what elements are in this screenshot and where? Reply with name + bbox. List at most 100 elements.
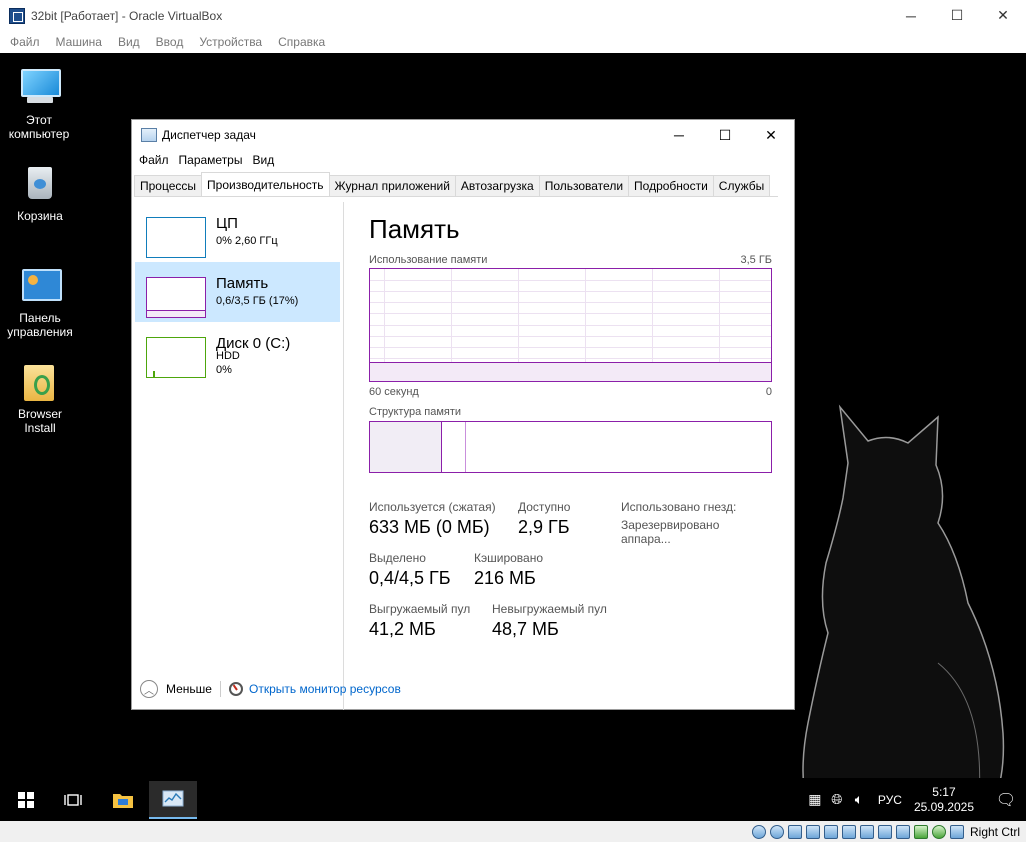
open-resource-monitor-link[interactable]: Открыть монитор ресурсов xyxy=(249,682,401,696)
keyboard-indicator-icon[interactable]: ▦ xyxy=(805,791,825,808)
fewer-details-button[interactable]: Меньше xyxy=(166,682,212,696)
stat-label: Выгружаемый пул xyxy=(369,602,471,616)
notification-center-icon[interactable]: 🗨︎ xyxy=(986,790,1026,810)
sidebar-item-disk[interactable]: Диск 0 (C:) HDD 0% xyxy=(135,322,340,382)
taskbar-clock[interactable]: 5:17 25.09.2025 xyxy=(914,785,974,815)
task-manager-titlebar: Диспетчер задач ─ ☐ ✕ xyxy=(132,120,794,150)
vbox-maximize-button[interactable]: ☐ xyxy=(934,0,980,31)
task-view-icon xyxy=(64,794,82,806)
volume-icon[interactable]: 🔈︎ xyxy=(849,791,869,808)
host-key-label: Right Ctrl xyxy=(969,824,1020,839)
tm-maximize-button[interactable]: ☐ xyxy=(702,120,748,150)
hard-disk-activity-icon[interactable] xyxy=(751,824,766,839)
performance-sidebar: ЦП 0% 2,60 ГГц Память 0,6/3,5 ГБ (17%) Д… xyxy=(135,202,340,382)
stat-value: 633 МБ (0 МБ) xyxy=(369,517,490,537)
sidebar-item-memory[interactable]: Память 0,6/3,5 ГБ (17%) xyxy=(135,262,340,322)
vt-x-icon[interactable] xyxy=(895,824,910,839)
vbox-menu-view[interactable]: Вид xyxy=(110,35,148,49)
sidebar-item-cpu[interactable]: ЦП 0% 2,60 ГГц xyxy=(135,202,340,262)
task-manager-title: Диспетчер задач xyxy=(162,128,256,142)
stat-label: Используется (сжатая) xyxy=(369,500,496,514)
vbox-menu-devices[interactable]: Устройства xyxy=(191,35,270,49)
desktop-icon-this-pc[interactable]: Этот компьютер xyxy=(0,65,78,141)
guest-additions-icon[interactable] xyxy=(913,824,928,839)
virtualbox-icon xyxy=(9,7,25,24)
recycle-bin-icon xyxy=(18,161,62,205)
optical-drive-icon[interactable] xyxy=(769,824,784,839)
mouse-integration-icon[interactable] xyxy=(931,824,946,839)
display-icon[interactable] xyxy=(859,824,874,839)
tm-minimize-button[interactable]: ─ xyxy=(656,120,702,150)
task-manager-menubar: Файл Параметры Вид xyxy=(132,150,794,170)
audio-icon[interactable] xyxy=(787,824,802,839)
sidebar-divider xyxy=(343,202,344,710)
vbox-menu-input[interactable]: Ввод xyxy=(148,35,192,49)
usb-icon[interactable] xyxy=(823,824,838,839)
stat-slots-used: Использовано гнезд: Зарезервировано аппа… xyxy=(621,500,772,546)
vbox-statusbar: Right Ctrl xyxy=(0,821,1026,842)
stat-cached: Кэшировано 216 МБ xyxy=(474,551,543,589)
tab-details[interactable]: Подробности xyxy=(628,175,714,196)
tab-app-history[interactable]: Журнал приложений xyxy=(328,175,456,196)
chevron-up-icon[interactable]: ︿ xyxy=(140,680,158,698)
stat-label: Доступно xyxy=(518,500,571,514)
stat-nonpaged-pool: Невыгружаемый пул 48,7 МБ xyxy=(492,602,607,640)
tm-menu-file[interactable]: Файл xyxy=(134,153,174,167)
shared-folders-icon[interactable] xyxy=(841,824,856,839)
control-panel-icon xyxy=(18,263,62,307)
tab-processes[interactable]: Процессы xyxy=(134,175,203,196)
stat-label: Кэшировано xyxy=(474,551,544,565)
stat-label: Невыгружаемый пул xyxy=(492,602,607,616)
taskbar-file-explorer[interactable] xyxy=(99,781,147,819)
cat-wallpaper-image xyxy=(802,404,1005,813)
vbox-menu-help[interactable]: Справка xyxy=(270,35,333,49)
desktop-icon-control-panel[interactable]: Панель управления xyxy=(1,263,79,339)
sidebar-item-value: 0% xyxy=(216,364,232,376)
tm-menu-view[interactable]: Вид xyxy=(247,153,279,167)
tab-services[interactable]: Службы xyxy=(712,175,771,196)
stat-value: 41,2 МБ xyxy=(369,619,436,639)
memory-structure-graph xyxy=(369,421,772,473)
desktop-icon-label: Корзина xyxy=(17,209,63,223)
task-manager-window: Диспетчер задач ─ ☐ ✕ Файл Параметры Вид… xyxy=(131,119,795,710)
keyboard-capture-icon[interactable] xyxy=(949,824,964,839)
stat-committed: Выделено 0,4/4,5 ГБ xyxy=(369,551,451,589)
tab-users[interactable]: Пользователи xyxy=(538,175,630,196)
taskbar-task-manager[interactable] xyxy=(149,781,197,819)
stat-label: Использовано гнезд: xyxy=(621,500,737,514)
vbox-menu-file[interactable]: Файл xyxy=(2,35,48,49)
network-adapter-icon[interactable] xyxy=(805,824,820,839)
memory-usage-fill xyxy=(370,361,771,381)
vbox-menu-machine[interactable]: Машина xyxy=(48,35,110,49)
desktop-icon-recycle-bin[interactable]: Корзина xyxy=(1,161,79,223)
recording-icon[interactable] xyxy=(877,824,892,839)
vbox-close-button[interactable]: ✕ xyxy=(980,0,1026,31)
tm-close-button[interactable]: ✕ xyxy=(748,120,794,150)
desktop-icon-label: Панель управления xyxy=(7,311,73,339)
task-manager-taskbar-icon xyxy=(162,790,184,807)
tab-performance[interactable]: Производительность xyxy=(201,172,330,196)
vbox-minimize-button[interactable]: ─ xyxy=(888,0,934,31)
task-manager-icon xyxy=(141,128,157,142)
stat-value: 216 МБ xyxy=(474,568,536,588)
vbox-titlebar: 32bit [Работает] - Oracle VirtualBox ─ ☐… xyxy=(0,0,1026,31)
network-globe-icon[interactable]: 🌐︎ xyxy=(827,791,847,808)
resource-monitor-icon xyxy=(228,682,243,696)
cpu-thumbnail-graph xyxy=(146,217,206,258)
start-button[interactable] xyxy=(2,781,50,819)
desktop-icon-browser-install[interactable]: Browser Install xyxy=(1,359,79,435)
stat-label: Выделено xyxy=(369,551,426,565)
tab-startup[interactable]: Автозагрузка xyxy=(454,175,540,196)
graph-time-right: 0 xyxy=(765,386,772,398)
task-view-button[interactable] xyxy=(49,781,97,819)
sidebar-item-value: HDD xyxy=(216,350,240,362)
usage-graph-label: Использование памяти xyxy=(369,254,488,266)
stat-value: 2,9 ГБ xyxy=(518,517,570,537)
guest-desktop: Этот компьютер Корзина Панель управления… xyxy=(0,53,1026,821)
language-indicator[interactable]: РУС xyxy=(878,793,902,807)
tm-menu-options[interactable]: Параметры xyxy=(174,153,248,167)
stat-value: 0,4/4,5 ГБ xyxy=(369,568,451,588)
computer-icon xyxy=(17,65,61,109)
stat-value: 48,7 МБ xyxy=(492,619,559,639)
browser-install-folder-icon xyxy=(18,359,62,403)
